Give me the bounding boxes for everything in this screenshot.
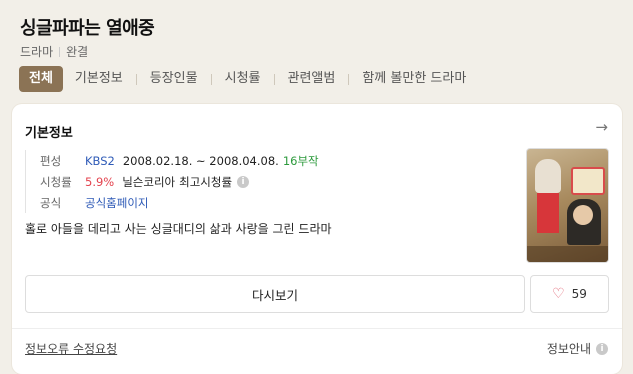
tab-albums[interactable]: 관련앨범	[282, 66, 342, 92]
report-error-link[interactable]: 정보오류 수정요청	[25, 340, 117, 357]
info-list: 편성 KBS2 2008.02.18. ~ 2008.04.08. 16부작 시…	[25, 150, 319, 213]
official-homepage-link[interactable]: 공식홈페이지	[85, 196, 148, 210]
rating-source: 닐슨코리아	[122, 174, 176, 189]
tab-basic-info[interactable]: 기본정보	[69, 66, 129, 92]
channel-link[interactable]: KBS2	[85, 154, 115, 168]
description: 홀로 아들을 데리고 사는 싱글대디의 삶과 사랑을 그린 드라마	[25, 222, 332, 236]
like-button[interactable]: ♡ 59	[530, 275, 609, 313]
info-icon: i	[596, 342, 608, 355]
heart-icon: ♡	[552, 286, 565, 302]
tab-divider	[348, 73, 350, 85]
drama-title: 싱글파파는 열애중	[20, 18, 155, 39]
tab-divider	[135, 73, 137, 85]
official-label: 공식	[40, 195, 62, 210]
official-row: 공식 공식홈페이지	[40, 192, 319, 213]
guide-label: 정보안내	[546, 342, 591, 356]
episode-count: 16부작	[282, 153, 319, 168]
arrow-right-icon[interactable]: →	[595, 118, 608, 136]
like-count: 59	[571, 287, 587, 301]
rating-label: 시청률	[40, 174, 72, 189]
tab-ratings[interactable]: 시청률	[219, 66, 267, 92]
tab-recommended[interactable]: 함께 볼만한 드라마	[356, 66, 472, 92]
broadcast-row: 편성 KBS2 2008.02.18. ~ 2008.04.08. 16부작	[40, 150, 319, 171]
status-label: 완결	[66, 45, 89, 59]
tab-cast[interactable]: 등장인물	[144, 66, 204, 92]
rating-value: 5.9%	[85, 174, 115, 189]
tab-all[interactable]: 전체	[19, 66, 63, 92]
tab-divider	[210, 73, 212, 85]
info-card: 기본정보 → 편성 KBS2 2008.02.18. ~ 2008.04.08.…	[12, 104, 622, 374]
divider	[12, 328, 622, 329]
card-title: 기본정보	[25, 126, 73, 141]
info-guide-link[interactable]: 정보안내 i	[547, 340, 608, 357]
broadcast-period: 2008.02.18. ~ 2008.04.08.	[122, 153, 279, 168]
rating-row: 시청률 5.9% 닐슨코리아 최고시청률 i	[40, 171, 319, 192]
tab-bar: 전체 기본정보 등장인물 시청률 관련앨범 함께 볼만한 드라마	[19, 66, 472, 92]
watch-again-button[interactable]: 다시보기	[25, 275, 525, 313]
meta-divider	[59, 46, 61, 57]
drama-meta: 드라마 완결	[20, 43, 88, 60]
info-icon[interactable]: i	[237, 175, 250, 188]
genre-label: 드라마	[20, 45, 54, 59]
rating-type: 최고시청률	[179, 174, 233, 189]
broadcast-label: 편성	[40, 153, 62, 168]
tab-divider	[273, 73, 275, 85]
poster-image[interactable]	[526, 148, 609, 263]
